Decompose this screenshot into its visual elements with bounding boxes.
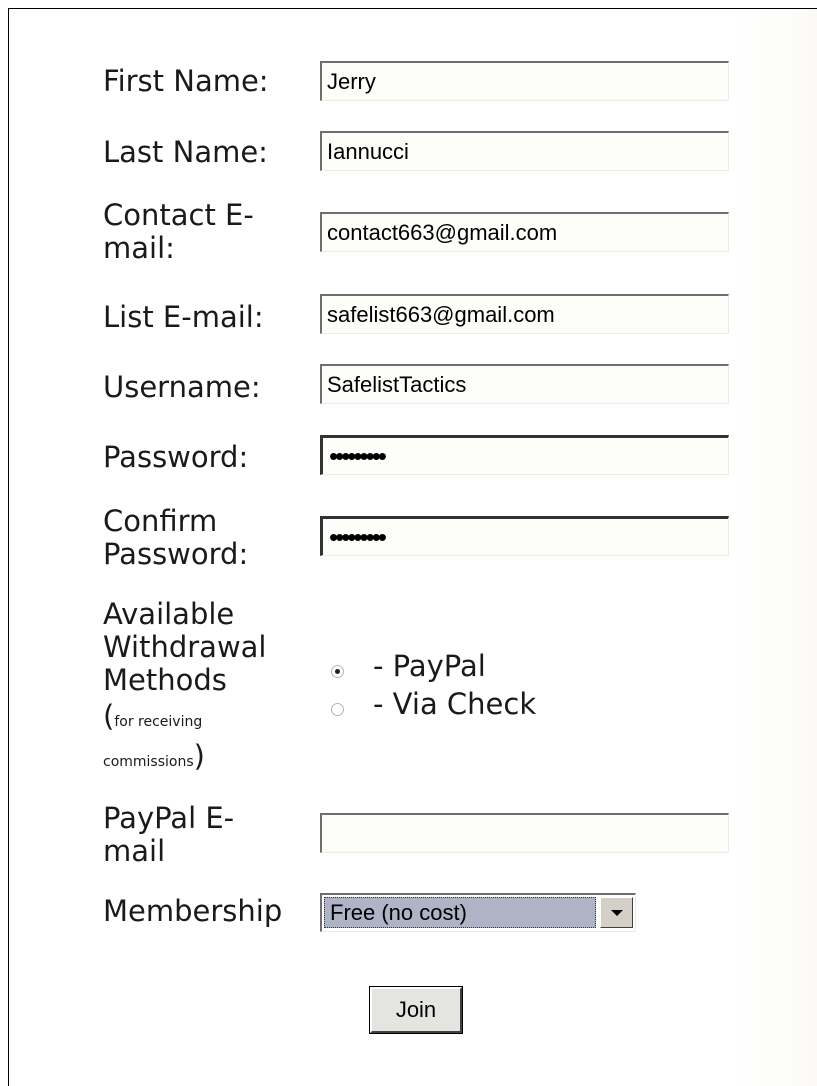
- password-input[interactable]: •••••••••: [320, 435, 729, 475]
- withdrawal-label-line2: Withdrawal: [103, 630, 267, 664]
- list-email-input[interactable]: safelist663@gmail.com: [320, 294, 729, 334]
- contact-email-label-line2: mail:: [103, 231, 175, 265]
- join-button[interactable]: Join: [369, 986, 463, 1034]
- confirm-password-input[interactable]: •••••••••: [320, 516, 729, 556]
- chevron-down-icon: [610, 909, 623, 916]
- radio-selected-dot: [335, 669, 340, 674]
- password-label: Password:: [103, 440, 249, 474]
- withdrawal-label-line1: Available: [103, 597, 235, 631]
- username-label: Username:: [103, 370, 261, 404]
- via-check-radio-label[interactable]: - Via Check: [373, 688, 536, 721]
- confirm-password-label-line2: Password:: [103, 537, 249, 571]
- first-name-input[interactable]: Jerry: [320, 61, 729, 101]
- membership-select[interactable]: Free (no cost): [320, 893, 636, 932]
- withdrawal-note-cont: commissions): [103, 739, 205, 773]
- dropdown-arrow-button[interactable]: [600, 897, 633, 928]
- contact-email-label-line1: Contact E-: [103, 198, 254, 232]
- frame-left-border: [8, 8, 9, 1086]
- paypal-email-label-line2: mail: [103, 834, 166, 868]
- via-check-radio[interactable]: [331, 703, 344, 716]
- first-name-label: First Name:: [103, 64, 269, 98]
- frame-top-border: [8, 8, 817, 9]
- contact-email-input[interactable]: contact663@gmail.com: [320, 212, 729, 252]
- confirm-password-label: Confirm Password:: [103, 505, 248, 571]
- paypal-radio-label[interactable]: - PayPal: [373, 650, 486, 683]
- membership-label: Membership: [103, 894, 283, 928]
- contact-email-label: Contact E- mail:: [103, 199, 254, 265]
- withdrawal-note: (for receiving: [103, 699, 203, 733]
- paypal-email-label-line1: PayPal E-: [103, 801, 235, 835]
- confirm-password-label-line1: Confirm: [103, 504, 218, 538]
- withdrawal-label-line3: Methods: [103, 663, 227, 697]
- paypal-email-input[interactable]: [320, 813, 729, 853]
- list-email-label: List E-mail:: [103, 300, 264, 334]
- background-fade: [735, 9, 817, 1086]
- paypal-radio[interactable]: [331, 665, 344, 678]
- membership-selected-value[interactable]: Free (no cost): [324, 897, 596, 928]
- last-name-label: Last Name:: [103, 135, 268, 169]
- withdrawal-note-line2: commissions: [103, 754, 194, 770]
- withdrawal-note-line1: for receiving: [114, 714, 203, 730]
- last-name-input[interactable]: Iannucci: [320, 131, 729, 171]
- username-input[interactable]: SafelistTactics: [320, 364, 729, 404]
- paypal-email-label: PayPal E- mail: [103, 802, 234, 868]
- withdrawal-methods-label: Available Withdrawal Methods (for receiv…: [103, 598, 267, 777]
